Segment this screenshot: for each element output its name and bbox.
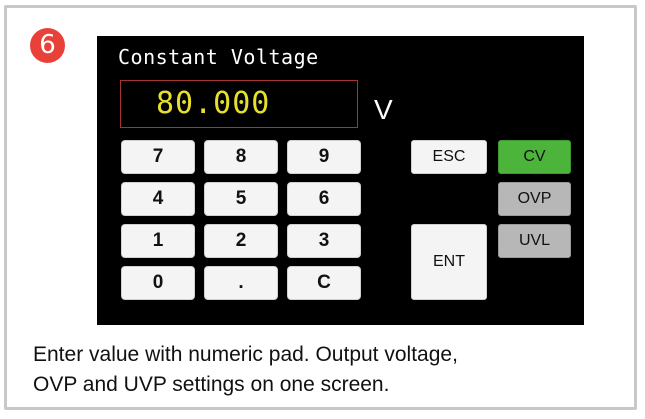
esc-button[interactable]: ESC [411,140,487,174]
key-2[interactable]: 2 [204,224,278,258]
key-0[interactable]: 0 [121,266,195,300]
key-6[interactable]: 6 [287,182,361,216]
voltage-value: 80.000 [156,86,271,121]
ent-button[interactable]: ENT [411,224,487,300]
value-display: 80.000 [120,80,358,128]
cv-mode-button[interactable]: CV [498,140,571,174]
key-5[interactable]: 5 [204,182,278,216]
key-8[interactable]: 8 [204,140,278,174]
key-1[interactable]: 1 [121,224,195,258]
key-3[interactable]: 3 [287,224,361,258]
ovp-button[interactable]: OVP [498,182,571,216]
unit-label: V [374,94,393,125]
mode-title: Constant Voltage [118,45,319,69]
key-7[interactable]: 7 [121,140,195,174]
step-number-badge: 6 [30,28,65,63]
key-9[interactable]: 9 [287,140,361,174]
uvl-button[interactable]: UVL [498,224,571,258]
device-screen: Constant Voltage 80.000 V 7 8 9 4 5 6 1 … [97,36,584,325]
key-decimal[interactable]: . [204,266,278,300]
caption-line-1: Enter value with numeric pad. Output vol… [33,343,458,366]
key-4[interactable]: 4 [121,182,195,216]
caption-line-2: OVP and UVP settings on one screen. [33,373,390,396]
caption-text: Enter value with numeric pad. Output vol… [33,340,458,400]
key-clear[interactable]: C [287,266,361,300]
